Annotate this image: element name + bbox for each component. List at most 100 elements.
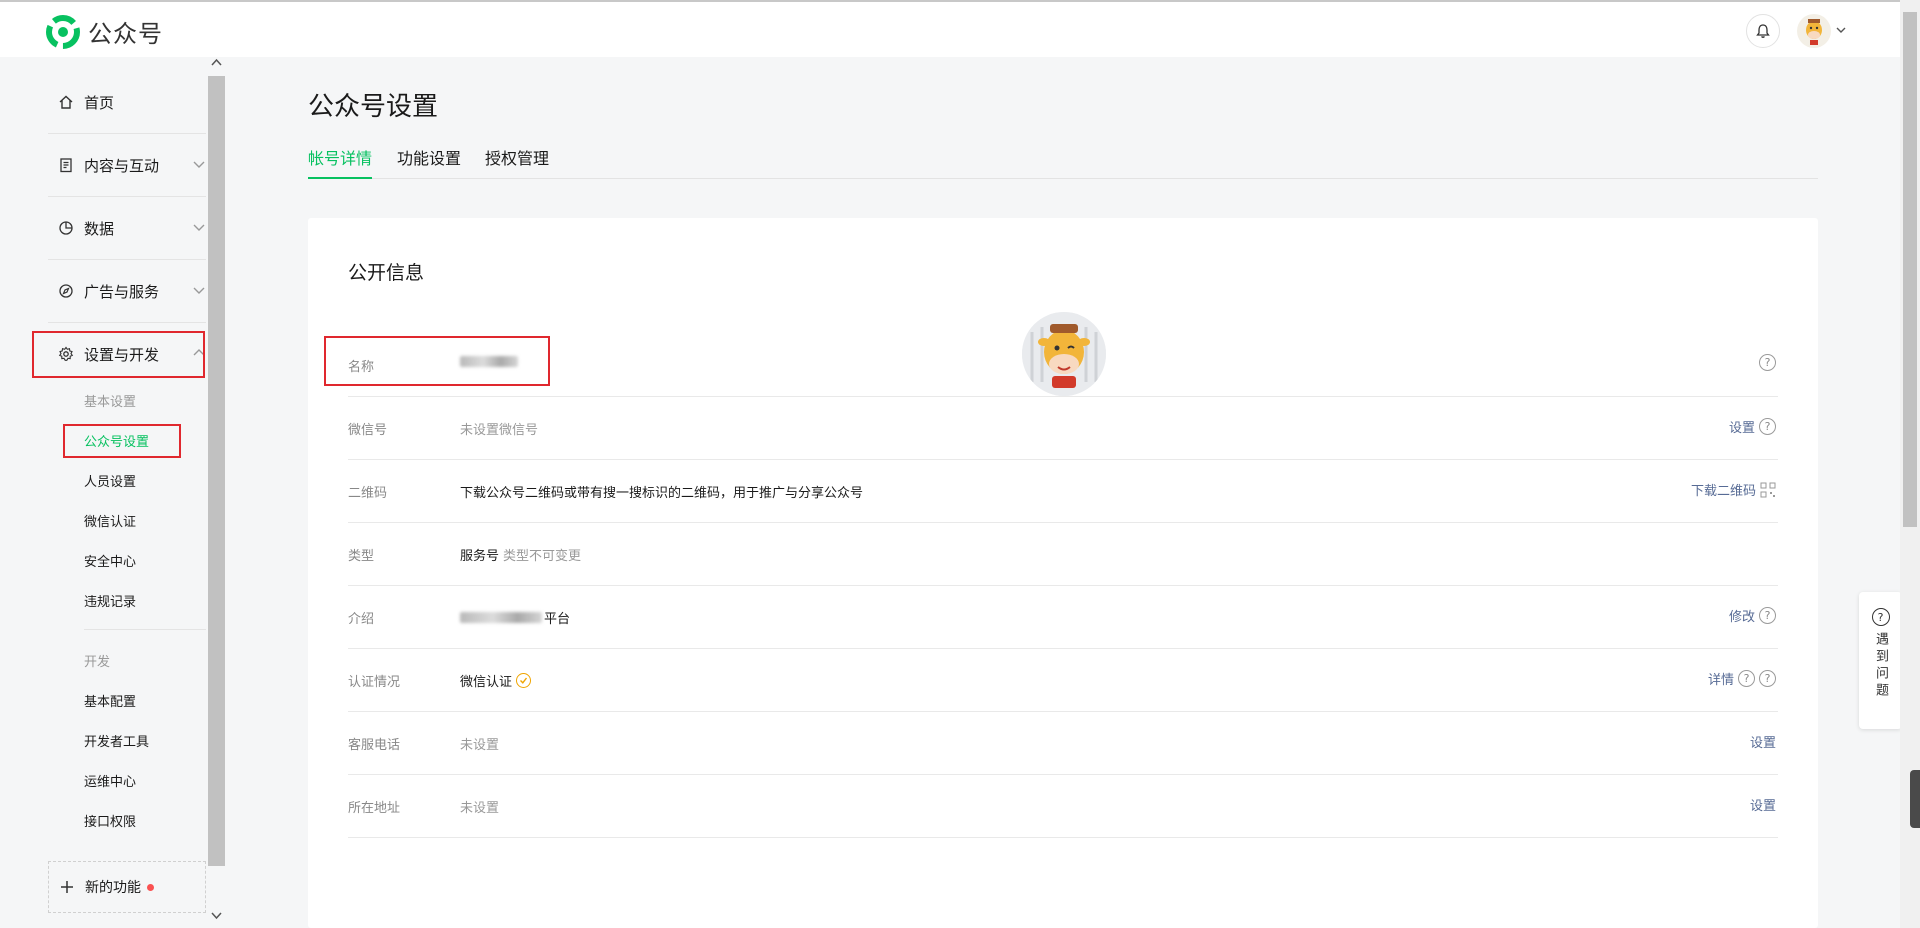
notification-button[interactable] xyxy=(1746,14,1780,48)
sidebar-item-label: 首页 xyxy=(84,93,115,112)
redacted-text xyxy=(460,612,542,623)
row-actions: 设置 ? xyxy=(1729,417,1776,436)
sidebar-scrollbar[interactable] xyxy=(208,76,225,866)
set-wechat-id-link[interactable]: 设置 xyxy=(1729,417,1755,436)
row-actions: 下载二维码 xyxy=(1691,480,1776,499)
chevron-down-icon xyxy=(193,161,205,168)
sidebar-item-label: 广告与服务 xyxy=(84,282,160,301)
verified-check-icon xyxy=(516,673,532,688)
info-row-wechat-id: 微信号 未设置微信号 设置 ? xyxy=(348,397,1778,460)
tab-feature-settings[interactable]: 功能设置 xyxy=(397,145,461,179)
verification-value: 微信认证 xyxy=(460,675,513,690)
public-info-card: 公开信息 名称 ? 微信号 未设置微信号 设置 ? 二维码 下载公众号二维码或带… xyxy=(308,218,1818,928)
info-row-type: 类型 服务号 类型不可变更 xyxy=(348,523,1778,586)
chevron-down-icon xyxy=(193,287,205,294)
sidebar-subitem-staff-settings[interactable]: 人员设置 xyxy=(84,471,136,490)
value-note: 未设置微信号 xyxy=(460,423,539,438)
sidebar-subitem-dev-tools[interactable]: 开发者工具 xyxy=(84,731,149,750)
row-label: 客服电话 xyxy=(348,738,401,753)
sidebar-subitem-violation-records[interactable]: 违规记录 xyxy=(84,591,136,610)
row-label: 二维码 xyxy=(348,486,388,501)
row-value: 未设置 xyxy=(460,797,499,816)
highlight-box-account-settings xyxy=(63,424,181,458)
info-row-service-phone: 客服电话 未设置 设置 xyxy=(348,712,1778,775)
row-value: 微信认证 xyxy=(460,671,532,690)
row-actions: ? xyxy=(1759,354,1776,371)
edit-intro-link[interactable]: 修改 xyxy=(1729,606,1755,625)
row-label: 介绍 xyxy=(348,612,375,627)
set-address-link[interactable]: 设置 xyxy=(1750,795,1776,814)
home-icon xyxy=(57,93,75,111)
brand-logo[interactable]: 公众号 xyxy=(46,14,163,49)
row-label: 微信号 xyxy=(348,423,388,438)
help-icon[interactable]: ? xyxy=(1759,418,1776,435)
page-scrollbar-thumb[interactable] xyxy=(1903,12,1917,527)
sidebar-subitem-wechat-verify[interactable]: 微信认证 xyxy=(84,511,136,530)
new-feature-label: 新的功能 xyxy=(85,880,141,896)
help-icon[interactable]: ? xyxy=(1759,670,1776,687)
sidebar-group-heading: 基本设置 xyxy=(84,395,137,410)
sidebar-item-home[interactable]: 首页 xyxy=(48,71,206,133)
chevron-down-icon xyxy=(193,224,205,231)
tab-bar: 帐号详情 功能设置 授权管理 xyxy=(308,145,1818,179)
official-account-logo-icon xyxy=(46,14,80,49)
sidebar-item-content[interactable]: 内容与互动 xyxy=(48,134,206,196)
help-icon[interactable]: ? xyxy=(1738,670,1755,687)
sidebar-item-ads[interactable]: 广告与服务 xyxy=(48,260,206,322)
sidebar-item-label: 内容与互动 xyxy=(84,156,160,175)
download-qrcode-link[interactable]: 下载二维码 xyxy=(1691,480,1756,499)
document-icon xyxy=(57,156,75,174)
row-value: 未设置 xyxy=(460,734,499,753)
info-row-qrcode: 二维码 下载公众号二维码或带有搜一搜标识的二维码，用于推广与分享公众号 下载二维… xyxy=(348,460,1778,523)
info-row-intro: 介绍 平台 修改 ? xyxy=(348,586,1778,649)
sidebar-divider xyxy=(84,629,206,630)
sidebar-subitem-api-permissions[interactable]: 接口权限 xyxy=(84,811,136,830)
value-note: 类型不可变更 xyxy=(503,549,582,564)
help-icon[interactable]: ? xyxy=(1759,607,1776,624)
help-float-label: 遇到问题 xyxy=(1873,632,1888,700)
row-actions: 设置 xyxy=(1750,795,1776,814)
page-title: 公众号设置 xyxy=(308,92,439,122)
edge-side-widget[interactable] xyxy=(1910,770,1920,828)
cow-avatar-icon xyxy=(1806,19,1822,45)
intro-value: 平台 xyxy=(544,612,571,627)
new-badge-dot xyxy=(147,883,154,891)
card-title: 公开信息 xyxy=(348,262,425,284)
row-label: 认证情况 xyxy=(348,675,401,690)
sidebar-scroll-up-icon[interactable] xyxy=(211,58,222,66)
help-icon[interactable]: ? xyxy=(1759,354,1776,371)
question-icon: ? xyxy=(1871,608,1890,626)
pie-chart-icon xyxy=(57,219,75,237)
value-note: 未设置 xyxy=(460,801,500,816)
row-actions: 修改 ? xyxy=(1729,606,1776,625)
sidebar-scrollbar-thumb[interactable] xyxy=(208,76,225,866)
sidebar-subitem-ops-center[interactable]: 运维中心 xyxy=(84,771,136,790)
user-avatar[interactable] xyxy=(1797,14,1831,48)
value-note: 未设置 xyxy=(460,738,500,753)
sidebar-group-heading: 开发 xyxy=(84,655,111,670)
plus-icon xyxy=(61,881,73,893)
sidebar-subitem-basic-config[interactable]: 基本配置 xyxy=(84,691,136,710)
sidebar-scroll-down-icon[interactable] xyxy=(211,912,222,920)
row-value: 服务号 类型不可变更 xyxy=(460,545,581,564)
sidebar-item-label: 数据 xyxy=(84,219,115,238)
tab-account-details[interactable]: 帐号详情 xyxy=(308,145,373,179)
info-row-name: 名称 ? xyxy=(348,334,1778,397)
top-bar: 公众号 xyxy=(0,0,1900,57)
set-service-phone-link[interactable]: 设置 xyxy=(1750,732,1776,751)
row-value: 未设置微信号 xyxy=(460,419,538,438)
tab-authorization[interactable]: 授权管理 xyxy=(485,145,549,179)
new-feature-button[interactable]: 新的功能 xyxy=(48,861,206,913)
chevron-down-icon[interactable] xyxy=(1835,24,1847,36)
row-actions: 详情 ? ? xyxy=(1708,669,1776,688)
help-float-button[interactable]: ? 遇到问题 xyxy=(1859,592,1902,729)
highlight-box-settings-dev xyxy=(32,331,205,378)
qrcode-icon[interactable] xyxy=(1760,482,1776,498)
info-row-address: 所在地址 未设置 设置 xyxy=(348,775,1778,838)
sidebar-item-data[interactable]: 数据 xyxy=(48,197,206,259)
brand-name: 公众号 xyxy=(88,20,163,48)
highlight-box-name xyxy=(324,336,550,386)
verification-details-link[interactable]: 详情 xyxy=(1708,669,1734,688)
type-value: 服务号 xyxy=(460,549,500,564)
sidebar-subitem-security-center[interactable]: 安全中心 xyxy=(84,551,136,570)
